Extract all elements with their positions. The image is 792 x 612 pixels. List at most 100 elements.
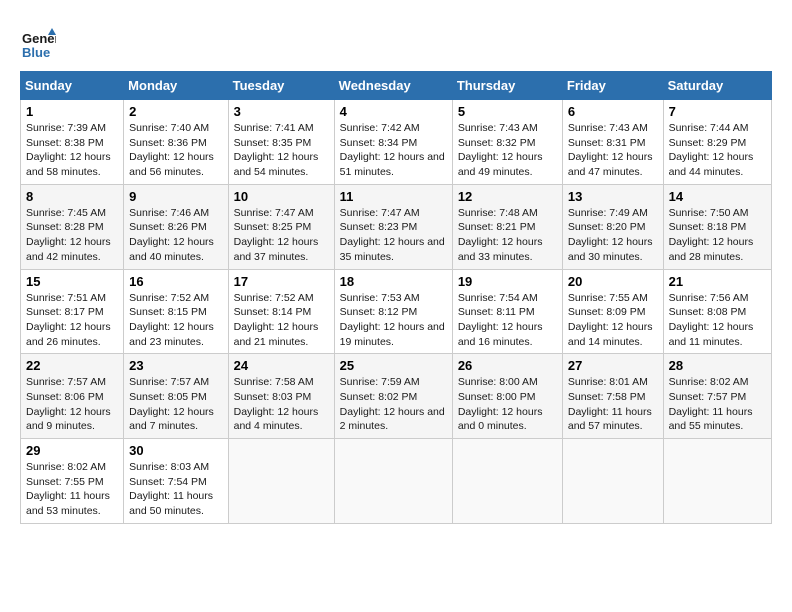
calendar-day-cell: 1Sunrise: 7:39 AM Sunset: 8:38 PM Daylig… xyxy=(21,100,124,185)
day-info: Sunrise: 7:47 AM Sunset: 8:25 PM Dayligh… xyxy=(234,206,329,265)
calendar-day-cell xyxy=(663,439,771,524)
day-info: Sunrise: 7:51 AM Sunset: 8:17 PM Dayligh… xyxy=(26,291,118,350)
day-number: 28 xyxy=(669,358,766,373)
day-number: 10 xyxy=(234,189,329,204)
weekday-header: Wednesday xyxy=(334,72,452,100)
calendar-day-cell: 19 Sunrise: 7:54 AM Sunset: 8:11 PM Dayli… xyxy=(452,269,562,354)
day-info: Sunrise: 7:40 AM Sunset: 8:36 PM Dayligh… xyxy=(129,121,222,180)
calendar-day-cell: 4 Sunrise: 7:42 AM Sunset: 8:34 PM Daylig… xyxy=(334,100,452,185)
day-number: 14 xyxy=(669,189,766,204)
page-header: General Blue xyxy=(20,20,772,61)
day-info: Sunrise: 7:45 AM Sunset: 8:28 PM Dayligh… xyxy=(26,206,118,265)
calendar-day-cell xyxy=(228,439,334,524)
calendar-day-cell: 24Sunrise: 7:58 AM Sunset: 8:03 PM Dayli… xyxy=(228,354,334,439)
day-number: 3 xyxy=(234,104,329,119)
day-info: Sunrise: 7:58 AM Sunset: 8:03 PM Dayligh… xyxy=(234,375,329,434)
calendar-day-cell: 3 Sunrise: 7:41 AM Sunset: 8:35 PM Daylig… xyxy=(228,100,334,185)
day-info: Sunrise: 8:03 AM Sunset: 7:54 PM Dayligh… xyxy=(129,460,222,519)
calendar-day-cell: 28 Sunrise: 8:02 AM Sunset: 7:57 PM Dayli… xyxy=(663,354,771,439)
calendar-day-cell xyxy=(562,439,663,524)
day-info: Sunrise: 7:48 AM Sunset: 8:21 PM Dayligh… xyxy=(458,206,557,265)
weekday-header: Thursday xyxy=(452,72,562,100)
calendar-day-cell: 25 Sunrise: 7:59 AM Sunset: 8:02 PM Dayli… xyxy=(334,354,452,439)
calendar-day-cell: 22 Sunrise: 7:57 AM Sunset: 8:06 PM Dayli… xyxy=(21,354,124,439)
calendar-day-cell: 20Sunrise: 7:55 AM Sunset: 8:09 PM Dayli… xyxy=(562,269,663,354)
calendar-day-cell: 10 Sunrise: 7:47 AM Sunset: 8:25 PM Dayli… xyxy=(228,184,334,269)
calendar-day-cell: 11 Sunrise: 7:47 AM Sunset: 8:23 PM Dayli… xyxy=(334,184,452,269)
day-info: Sunrise: 7:57 AM Sunset: 8:05 PM Dayligh… xyxy=(129,375,222,434)
day-number: 7 xyxy=(669,104,766,119)
day-number: 9 xyxy=(129,189,222,204)
calendar-table: SundayMondayTuesdayWednesdayThursdayFrid… xyxy=(20,71,772,524)
weekday-header: Friday xyxy=(562,72,663,100)
day-number: 15 xyxy=(26,274,118,289)
calendar-day-cell: 23 Sunrise: 7:57 AM Sunset: 8:05 PM Dayli… xyxy=(124,354,228,439)
day-info: Sunrise: 7:57 AM Sunset: 8:06 PM Dayligh… xyxy=(26,375,118,434)
day-number: 8 xyxy=(26,189,118,204)
calendar-day-cell: 27Sunrise: 8:01 AM Sunset: 7:58 PM Dayli… xyxy=(562,354,663,439)
day-info: Sunrise: 7:59 AM Sunset: 8:02 PM Dayligh… xyxy=(340,375,447,434)
day-number: 30 xyxy=(129,443,222,458)
calendar-day-cell xyxy=(452,439,562,524)
day-info: Sunrise: 7:42 AM Sunset: 8:34 PM Dayligh… xyxy=(340,121,447,180)
day-info: Sunrise: 7:53 AM Sunset: 8:12 PM Dayligh… xyxy=(340,291,447,350)
weekday-header: Tuesday xyxy=(228,72,334,100)
calendar-day-cell: 8 Sunrise: 7:45 AM Sunset: 8:28 PM Daylig… xyxy=(21,184,124,269)
day-info: Sunrise: 7:46 AM Sunset: 8:26 PM Dayligh… xyxy=(129,206,222,265)
day-number: 20 xyxy=(568,274,658,289)
day-number: 5 xyxy=(458,104,557,119)
day-info: Sunrise: 7:50 AM Sunset: 8:18 PM Dayligh… xyxy=(669,206,766,265)
day-number: 1 xyxy=(26,104,118,119)
calendar-week-row: 1Sunrise: 7:39 AM Sunset: 8:38 PM Daylig… xyxy=(21,100,772,185)
day-number: 6 xyxy=(568,104,658,119)
day-info: Sunrise: 8:00 AM Sunset: 8:00 PM Dayligh… xyxy=(458,375,557,434)
calendar-day-cell: 15 Sunrise: 7:51 AM Sunset: 8:17 PM Dayli… xyxy=(21,269,124,354)
logo-icon: General Blue xyxy=(20,25,56,61)
calendar-day-cell: 9 Sunrise: 7:46 AM Sunset: 8:26 PM Daylig… xyxy=(124,184,228,269)
weekday-header: Sunday xyxy=(21,72,124,100)
day-number: 12 xyxy=(458,189,557,204)
calendar-day-cell: 6 Sunrise: 7:43 AM Sunset: 8:31 PM Daylig… xyxy=(562,100,663,185)
day-number: 13 xyxy=(568,189,658,204)
day-number: 2 xyxy=(129,104,222,119)
calendar-week-row: 15 Sunrise: 7:51 AM Sunset: 8:17 PM Dayli… xyxy=(21,269,772,354)
calendar-day-cell: 18 Sunrise: 7:53 AM Sunset: 8:12 PM Dayli… xyxy=(334,269,452,354)
day-info: Sunrise: 7:44 AM Sunset: 8:29 PM Dayligh… xyxy=(669,121,766,180)
calendar-day-cell: 16 Sunrise: 7:52 AM Sunset: 8:15 PM Dayli… xyxy=(124,269,228,354)
day-number: 18 xyxy=(340,274,447,289)
day-info: Sunrise: 7:43 AM Sunset: 8:31 PM Dayligh… xyxy=(568,121,658,180)
calendar-day-cell: 14 Sunrise: 7:50 AM Sunset: 8:18 PM Dayli… xyxy=(663,184,771,269)
calendar-day-cell: 7 Sunrise: 7:44 AM Sunset: 8:29 PM Daylig… xyxy=(663,100,771,185)
calendar-day-cell: 30 Sunrise: 8:03 AM Sunset: 7:54 PM Dayli… xyxy=(124,439,228,524)
day-info: Sunrise: 7:54 AM Sunset: 8:11 PM Dayligh… xyxy=(458,291,557,350)
day-number: 23 xyxy=(129,358,222,373)
logo: General Blue xyxy=(20,25,60,61)
day-info: Sunrise: 8:02 AM Sunset: 7:55 PM Dayligh… xyxy=(26,460,118,519)
calendar-day-cell: 2 Sunrise: 7:40 AM Sunset: 8:36 PM Daylig… xyxy=(124,100,228,185)
calendar-week-row: 29 Sunrise: 8:02 AM Sunset: 7:55 PM Dayli… xyxy=(21,439,772,524)
weekday-header: Saturday xyxy=(663,72,771,100)
calendar-day-cell: 26Sunrise: 8:00 AM Sunset: 8:00 PM Dayli… xyxy=(452,354,562,439)
calendar-day-cell: 5 Sunrise: 7:43 AM Sunset: 8:32 PM Daylig… xyxy=(452,100,562,185)
calendar-day-cell: 13 Sunrise: 7:49 AM Sunset: 8:20 PM Dayli… xyxy=(562,184,663,269)
day-number: 25 xyxy=(340,358,447,373)
day-info: Sunrise: 7:49 AM Sunset: 8:20 PM Dayligh… xyxy=(568,206,658,265)
calendar-day-cell: 17Sunrise: 7:52 AM Sunset: 8:14 PM Dayli… xyxy=(228,269,334,354)
day-info: Sunrise: 7:43 AM Sunset: 8:32 PM Dayligh… xyxy=(458,121,557,180)
weekday-header: Monday xyxy=(124,72,228,100)
day-number: 29 xyxy=(26,443,118,458)
calendar-week-row: 22 Sunrise: 7:57 AM Sunset: 8:06 PM Dayli… xyxy=(21,354,772,439)
day-info: Sunrise: 8:02 AM Sunset: 7:57 PM Dayligh… xyxy=(669,375,766,434)
day-number: 19 xyxy=(458,274,557,289)
calendar-day-cell xyxy=(334,439,452,524)
calendar-day-cell: 12 Sunrise: 7:48 AM Sunset: 8:21 PM Dayli… xyxy=(452,184,562,269)
day-info: Sunrise: 7:47 AM Sunset: 8:23 PM Dayligh… xyxy=(340,206,447,265)
day-number: 4 xyxy=(340,104,447,119)
calendar-week-row: 8 Sunrise: 7:45 AM Sunset: 8:28 PM Daylig… xyxy=(21,184,772,269)
day-info: Sunrise: 7:41 AM Sunset: 8:35 PM Dayligh… xyxy=(234,121,329,180)
day-info: Sunrise: 7:52 AM Sunset: 8:15 PM Dayligh… xyxy=(129,291,222,350)
day-number: 16 xyxy=(129,274,222,289)
day-number: 22 xyxy=(26,358,118,373)
calendar-day-cell: 21Sunrise: 7:56 AM Sunset: 8:08 PM Dayli… xyxy=(663,269,771,354)
day-number: 11 xyxy=(340,189,447,204)
